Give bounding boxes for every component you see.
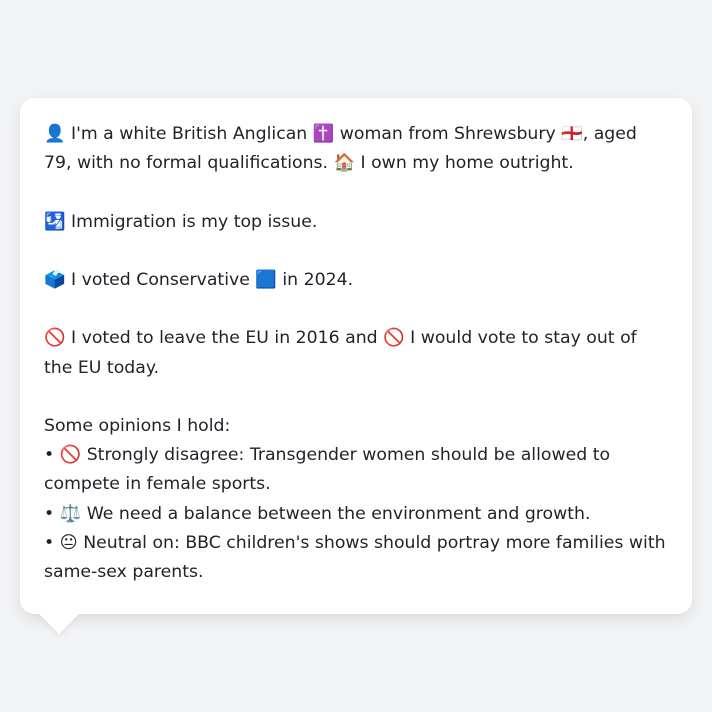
opinion-item: • 🚫 Strongly disagree: Transgender women… — [44, 445, 611, 495]
opinions-heading: Some opinions I hold: — [44, 415, 231, 436]
bubble-tail — [38, 613, 80, 634]
profile-top-issue: 🛂 Immigration is my top issue. — [44, 211, 318, 232]
opinion-item: • ⚖️ We need a balance between the envir… — [44, 503, 591, 524]
profile-vote-2024: 🗳️ I voted Conservative 🟦 in 2024. — [44, 269, 354, 290]
message-bubble: 👤 I'm a white British Anglican ✝️ woman … — [20, 98, 692, 614]
profile-identity: 👤 I'm a white British Anglican ✝️ woman … — [44, 124, 637, 174]
opinion-item: • 😐 Neutral on: BBC children's shows sho… — [44, 532, 666, 582]
profile-eu-vote: 🚫 I voted to leave the EU in 2016 and 🚫 … — [44, 328, 637, 378]
